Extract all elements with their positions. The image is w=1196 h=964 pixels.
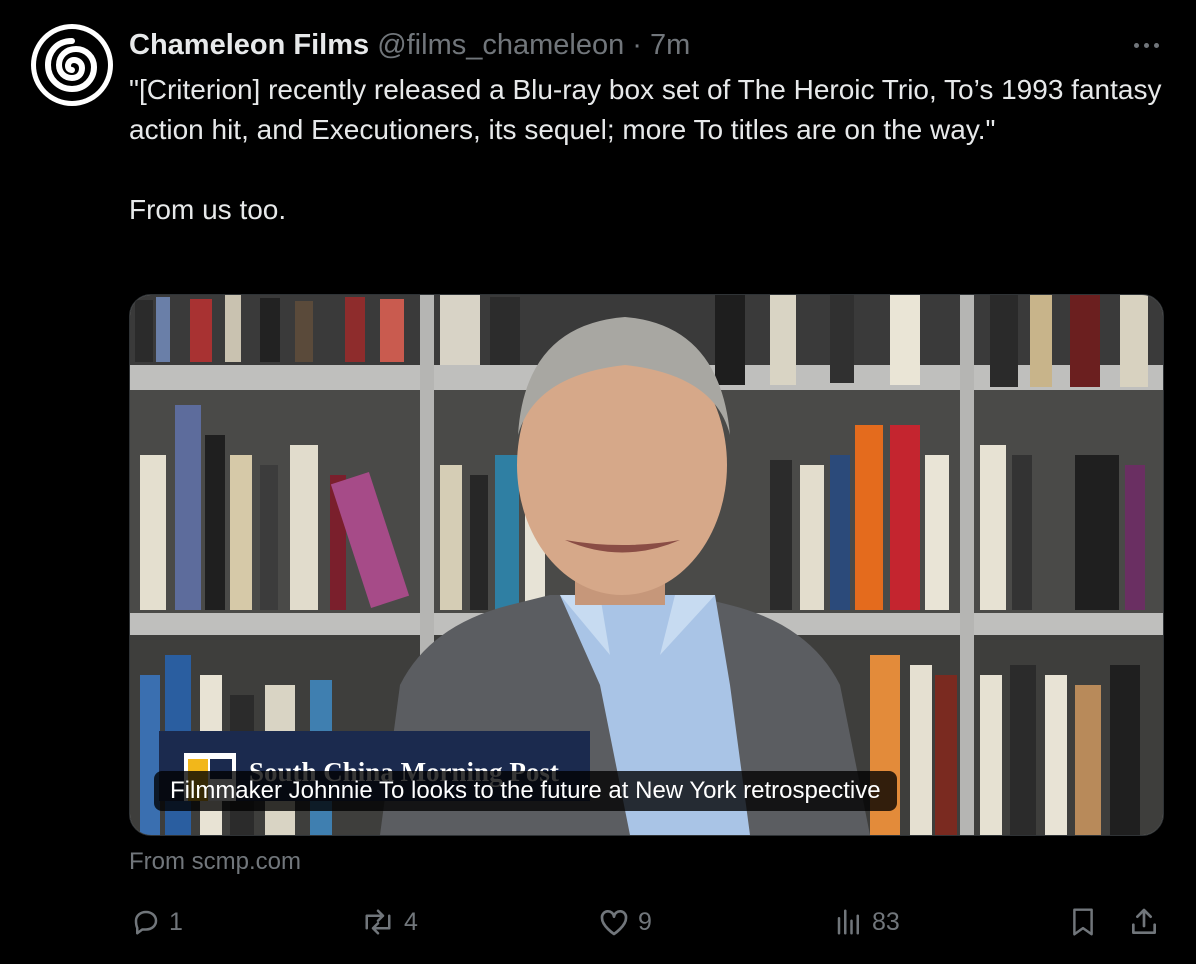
like-button[interactable]: 9 [598,900,652,944]
avatar[interactable] [31,24,113,106]
more-options-icon[interactable] [1126,30,1166,60]
tweet-header: Chameleon Films @films_chameleon · 7m [129,27,690,63]
views-icon [837,909,859,935]
timestamp[interactable]: 7m [650,29,690,61]
views-count: 83 [872,907,900,936]
card-caption[interactable]: Filmmaker Johnnie To looks to the future… [154,771,897,811]
like-count: 9 [638,907,652,936]
chameleon-swirl-icon [36,29,108,101]
heart-icon [600,910,628,936]
repost-icon [365,909,391,935]
card-source[interactable]: From scmp.com [129,846,301,878]
separator-dot: · [632,29,642,61]
display-name[interactable]: Chameleon Films [129,29,369,61]
reply-button[interactable]: 1 [131,900,183,944]
repost-button[interactable]: 4 [360,900,418,944]
user-handle[interactable]: @films_chameleon [377,29,624,61]
share-button[interactable] [1128,900,1160,944]
share-icon [1132,908,1156,934]
repost-count: 4 [404,907,418,936]
reply-icon [134,910,158,935]
tweet-text: "[Criterion] recently released a Blu-ray… [129,74,1162,225]
reply-count: 1 [169,907,183,936]
bookmark-button[interactable] [1068,900,1098,944]
bookmark-icon [1073,908,1093,936]
link-card[interactable]: South China Morning Post Filmmaker Johnn… [129,294,1164,836]
views-button[interactable]: 83 [834,900,900,944]
